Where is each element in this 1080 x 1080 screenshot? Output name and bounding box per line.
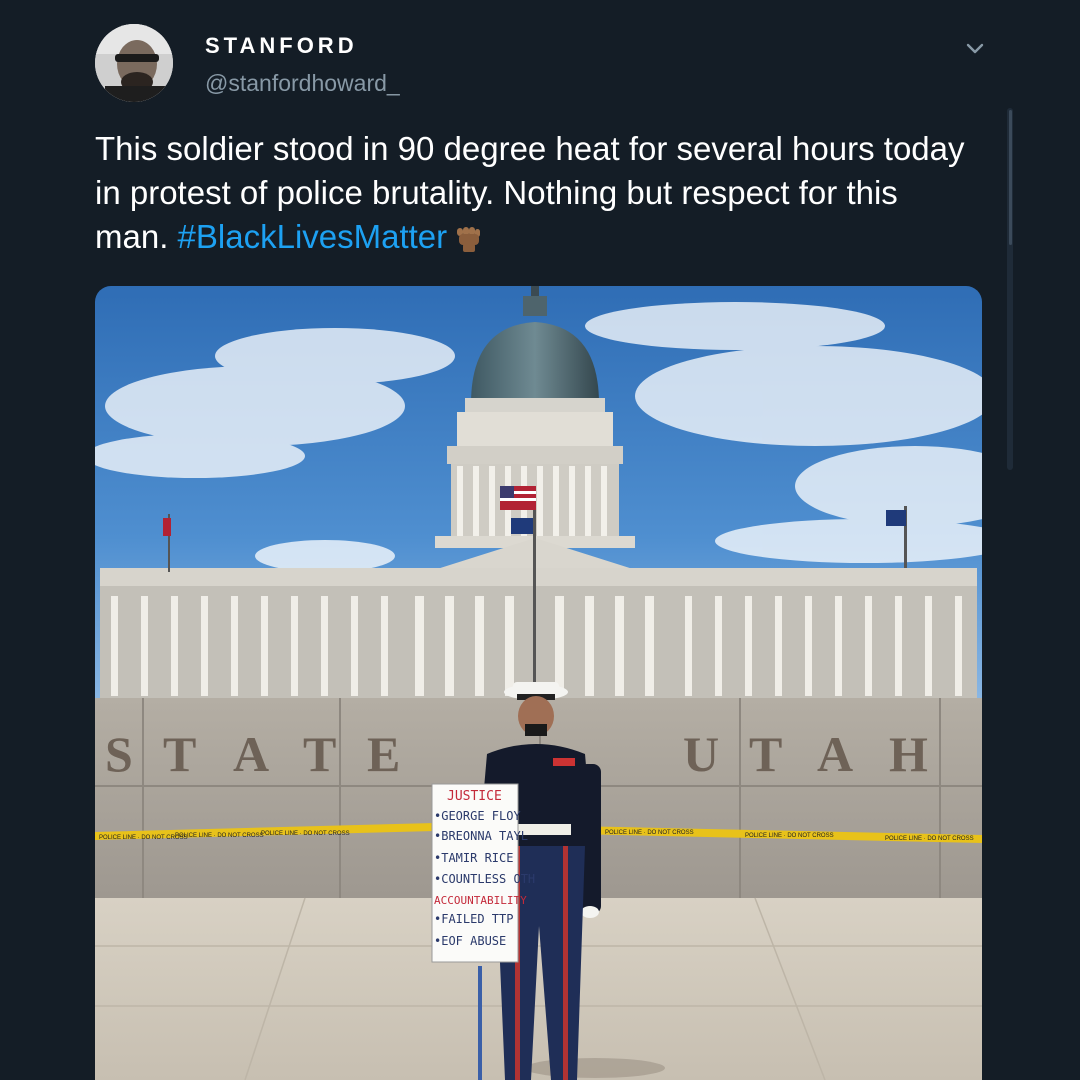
display-name[interactable]: STANFORD [205,33,358,59]
scrollbar-thumb[interactable] [1009,110,1012,245]
svg-text:POLICE LINE · DO NOT CROSS: POLICE LINE · DO NOT CROSS [605,830,694,836]
wall-letter: T [163,726,196,782]
user-handle[interactable]: @stanfordhoward_ [205,70,400,97]
sign-line: •COUNTLESS OTH [434,872,535,886]
wall-letter: H [889,726,928,782]
wall-letter: T [749,726,782,782]
avatar[interactable] [95,24,173,102]
wall-letter: T [303,726,336,782]
sign-line: •EOF ABUSE [434,934,506,948]
wall-letter: U [683,726,719,782]
tweet-photo[interactable]: S T A T E U T A H POLICE LINE · DO NOT C… [95,286,982,1080]
wall-letter: E [367,726,400,782]
svg-text:POLICE LINE · DO NOT CROSS: POLICE LINE · DO NOT CROSS [745,833,834,839]
sign-line: JUSTICE [447,789,502,804]
raised-fist-icon [453,221,483,265]
wall-letter: S [105,726,133,782]
svg-text:POLICE LINE · DO NOT CROSS: POLICE LINE · DO NOT CROSS [885,836,974,842]
chevron-down-icon[interactable] [962,38,988,58]
avatar-image [95,24,173,102]
sign-line: •BREONNA TAYL [434,829,528,843]
sign-line: •TAMIR RICE [434,851,513,865]
wall-letter: A [233,726,269,782]
wall-letter: A [817,726,853,782]
sign-line: •FAILED TTP [434,912,513,926]
sign-line: •GEORGE FLOY [434,809,521,823]
sign-line: ACCOUNTABILITY [434,894,527,907]
svg-text:POLICE LINE · DO NOT CROSS: POLICE LINE · DO NOT CROSS [261,831,350,837]
hashtag-link[interactable]: #BlackLivesMatter [178,218,448,255]
svg-text:POLICE LINE · DO NOT CROSS: POLICE LINE · DO NOT CROSS [175,833,264,839]
tweet-text: This soldier stood in 90 degree heat for… [95,127,975,265]
